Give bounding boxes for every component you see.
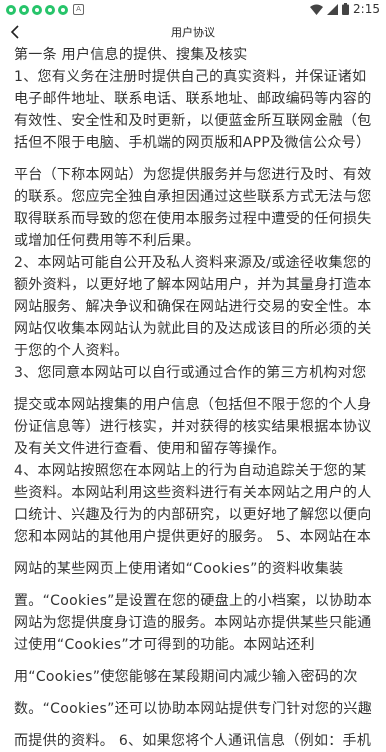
text-line: 2、本网站可能自公开及私人资料来源及/或途径收集您的	[14, 255, 372, 271]
text-line: 平台（下称本网站）为您提供服务并与您进行及时、有效	[14, 167, 372, 183]
text-line: 电子邮件地址、联系电话、联系地址、邮政编码等内容的	[14, 91, 372, 107]
text-line: 4、本网站按照您在本网站上的行为自动追踪关于您的某	[14, 463, 367, 479]
text-line: 网站的某些网页上使用诸如“Cookies”的资料收集装	[14, 561, 344, 577]
text-line: 括但不限于电脑、手机端的网页版和APP及微信公众号）	[14, 135, 371, 151]
text-line: 网站服务、解决争议和确保在网站进行交易的安全性。本	[14, 299, 372, 315]
text-line: 用“Cookies”使您能够在某段期间内减少输入密码的次	[14, 669, 358, 685]
text-line: 第一条 用户信息的提供、搜集及核实	[14, 47, 248, 63]
text-line: 数。“Cookies”还可以协助本网站提供专门针对您的兴趣	[14, 701, 373, 717]
text-line: 额外资料，以更好地了解本网站用户，并为其量身打造本	[14, 277, 372, 293]
nav-bar: 用户协议	[0, 18, 386, 46]
app-notification-icon	[32, 4, 42, 15]
text-line: 置。“Cookies”是设置在您的硬盘上的小档案，以协助本	[14, 593, 373, 609]
page-title: 用户协议	[171, 26, 215, 39]
text-line: 您和本网站的其他用户提供更好的服务。 5、本网站在本	[14, 529, 372, 545]
app-notification-icon	[58, 4, 68, 15]
text-line: 有效性、安全性和及时更新，以便蓝金所互联网金融（包	[14, 113, 372, 129]
text-line: 1、您有义务在注册时提供自己的真实资料，并保证诸如	[14, 69, 367, 85]
wifi-icon	[310, 4, 324, 15]
app-notification-icon	[6, 4, 16, 15]
signal-icon	[327, 3, 339, 15]
text-line: 3、您同意本网站可以自行或通过合作的第三方机构对您	[14, 365, 367, 381]
status-notifications: A	[6, 4, 84, 15]
text-line: 的联系。您应完全独自承担因通过这些联系方式无法与您	[14, 189, 372, 205]
text-line: 些资料。本网站利用这些资料进行有关本网站之用户的人	[14, 485, 372, 501]
agreement-content: 第一条 用户信息的提供、搜集及核实 1、您有义务在注册时提供自己的真实资料，并保…	[14, 44, 374, 752]
status-time: 2:15	[353, 2, 380, 16]
text-line: 或增加任何费用等不利后果。	[14, 233, 200, 249]
text-line: 取得联系而导致的您在使用本服务过程中遭受的任何损失	[14, 211, 372, 227]
a-icon: A	[73, 4, 84, 15]
text-line: 口统计、兴趣及行为的内部研究，以更好地了解您以便向	[14, 507, 372, 523]
text-line: 于您的个人资料。	[14, 343, 129, 359]
text-line: 提交或本网站搜集的用户信息（包括但不限于您的个人身	[14, 397, 372, 413]
text-line: 过使用“Cookies”才可得到的功能。本网站还利	[14, 637, 315, 653]
app-notification-icon	[45, 4, 55, 15]
status-bar: A 2:15	[0, 0, 386, 18]
text-line: 份证信息等）进行核实，并对获得的核实结果根据本协议	[14, 419, 372, 435]
status-right: 2:15	[310, 2, 380, 16]
battery-icon	[342, 3, 350, 15]
text-line: 网站为您提供度身订造的服务。本网站亦提供某些只能通	[14, 615, 372, 631]
text-line: 而提供的资料。 6、如果您将个人通讯信息（例如：手机	[14, 733, 372, 749]
text-line: 及有关文件进行查看、使用和留存等操作。	[14, 441, 286, 457]
text-line: 网站仅收集本网站认为就此目的及达成该目的所必须的关	[14, 321, 372, 337]
app-notification-icon	[19, 4, 29, 15]
